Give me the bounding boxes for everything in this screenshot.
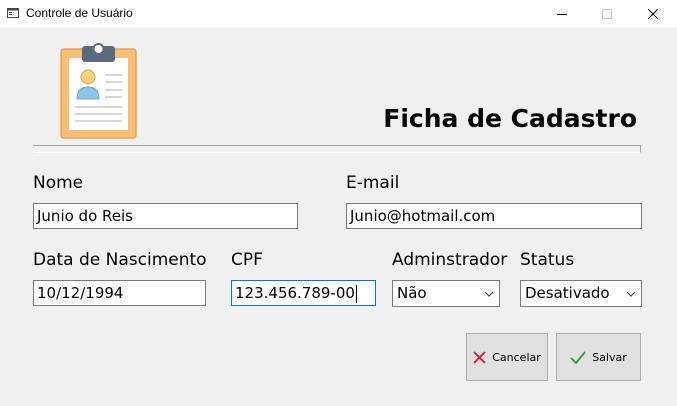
cancel-button[interactable]: Cancelar <box>466 333 548 381</box>
cancel-label: Cancelar <box>492 350 541 364</box>
maximize-icon <box>602 8 612 19</box>
administrador-select[interactable]: Não <box>392 280 500 307</box>
header-separator <box>33 145 641 153</box>
cpf-field[interactable]: 123.456.789-00 <box>231 280 376 306</box>
close-button[interactable] <box>630 0 676 27</box>
title-bar[interactable]: Controle de Usuário <box>0 0 677 27</box>
nome-value: Junio do Reis <box>37 207 133 225</box>
text-caret <box>355 284 357 303</box>
maximize-button <box>584 0 630 27</box>
save-label: Salvar <box>592 350 627 364</box>
administrador-label: Adminstrador <box>392 250 508 270</box>
x-icon <box>473 350 486 364</box>
nascimento-value: 10/12/1994 <box>37 284 124 302</box>
clipboard-user-icon <box>60 43 137 139</box>
cpf-value: 123.456.789-00 <box>235 284 355 302</box>
nome-field[interactable]: Junio do Reis <box>33 203 298 229</box>
administrador-value: Não <box>397 284 427 302</box>
minimize-button[interactable] <box>539 0 585 27</box>
cpf-label: CPF <box>231 250 263 270</box>
minimize-icon <box>557 13 567 15</box>
chevron-down-icon <box>626 291 636 297</box>
close-icon <box>648 8 658 19</box>
email-field[interactable]: Junio@hotmail.com <box>346 203 642 229</box>
email-value: Junio@hotmail.com <box>350 207 496 225</box>
nascimento-label: Data de Nascimento <box>33 250 207 270</box>
page-title: Ficha de Cadastro <box>383 104 637 133</box>
chevron-down-icon <box>484 291 494 297</box>
nome-label: Nome <box>33 173 84 193</box>
check-icon <box>570 350 586 364</box>
nascimento-field[interactable]: 10/12/1994 <box>33 280 206 306</box>
status-select[interactable]: Desativado <box>520 280 642 307</box>
save-button[interactable]: Salvar <box>556 333 641 381</box>
window-title: Controle de Usuário <box>26 6 133 20</box>
window-form-icon <box>7 8 19 18</box>
email-label: E-mail <box>346 173 400 193</box>
status-value: Desativado <box>525 284 610 302</box>
status-label: Status <box>520 250 575 270</box>
